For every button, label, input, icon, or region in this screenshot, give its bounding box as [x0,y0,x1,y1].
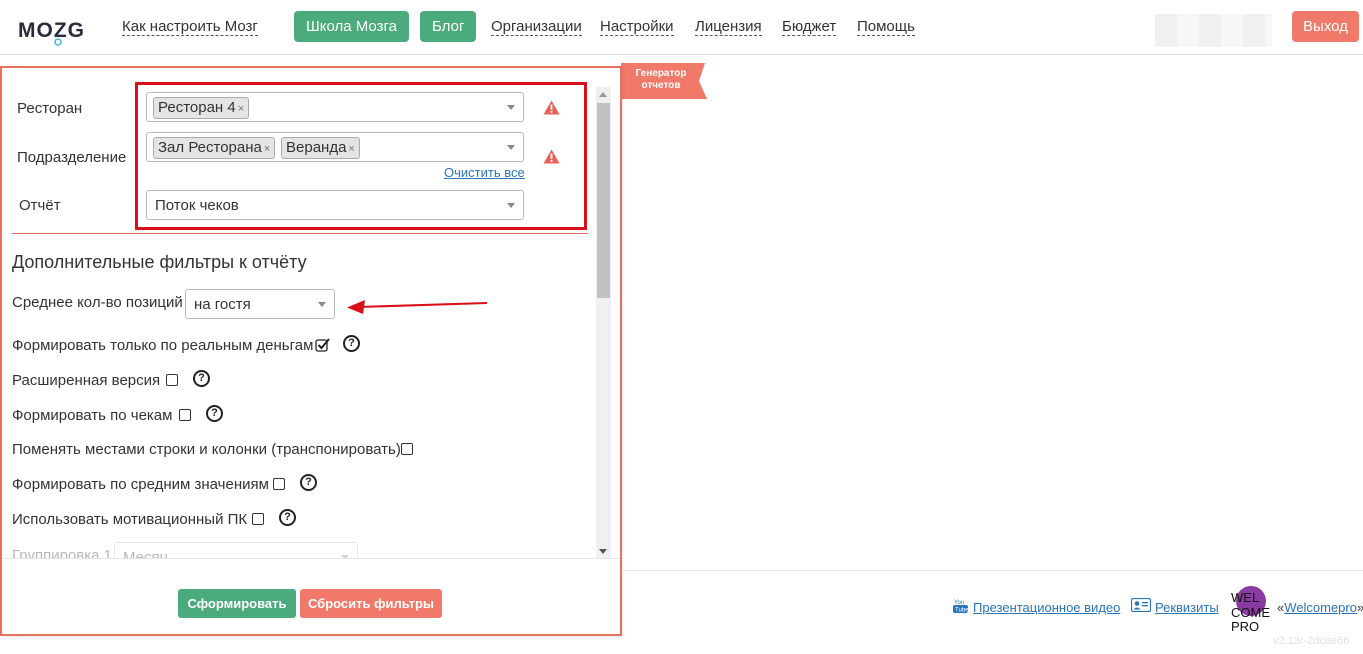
presentation-video-link[interactable]: Презентационное видео [973,600,1120,615]
scrollbar-thumb[interactable] [597,103,610,298]
nav-setup-link[interactable]: Как настроить Мозг [122,18,258,36]
help-icon[interactable]: ? [279,509,296,526]
welcomepro-logo[interactable]: WEL COME PRO [1229,585,1275,633]
svg-text:Tube: Tube [955,608,968,614]
division-label: Подразделение [17,149,127,166]
option-real-money-label: Формировать только по реальным деньгам [12,337,314,354]
report-label: Отчёт [19,197,61,214]
checkbox-motivation-pc[interactable] [252,513,264,525]
annotation-arrow-icon [347,300,488,314]
grouping-select[interactable]: Месяц [114,542,358,558]
panel-footer-divider [4,558,620,559]
page-footer-divider [622,570,1363,571]
svg-text:WEL: WEL [1231,590,1259,605]
tab-line-1: Генератор [635,68,687,79]
svg-text:PRO: PRO [1231,619,1259,633]
help-icon[interactable]: ? [300,474,317,491]
svg-text:COME: COME [1231,605,1270,620]
youtube-icon[interactable]: You Tube [953,597,968,614]
nav-license-link[interactable]: Лицензия [695,18,762,36]
highlight-frame [135,82,587,230]
chevron-down-icon[interactable] [318,302,326,307]
welcomepro-credit: «Welcomepro» [1277,600,1363,615]
avg-positions-value: на гостя [194,296,251,313]
grouping-label: Группировка 1 [12,547,112,558]
checkbox-average[interactable] [273,478,285,490]
extra-filters-title: Дополнительные фильтры к отчёту [12,252,307,272]
checkbox-transpose[interactable] [401,443,413,455]
option-extended-label: Расширенная версия [12,372,161,389]
report-generator-tab[interactable]: Генератор отчетов [621,63,707,99]
welcomepro-link[interactable]: Welcomepro [1284,600,1357,615]
help-icon[interactable]: ? [193,370,210,387]
nav-school-button[interactable]: Школа Мозга [294,11,409,42]
nav-blog-button[interactable]: Блог [420,11,477,42]
report-generator-tab-label: Генератор отчетов [621,68,701,92]
help-icon[interactable]: ? [343,335,360,352]
id-card-icon[interactable] [1131,598,1151,612]
quote-close: » [1357,600,1363,615]
top-navbar: MOZG Как настроить Мозг Школа Мозга Блог… [0,0,1363,55]
reset-filters-button[interactable]: Сбросить фильтры [300,589,442,618]
scroll-down-icon[interactable] [599,549,607,554]
avg-positions-select[interactable]: на гостя [185,289,335,319]
generate-button[interactable]: Сформировать [178,589,296,618]
grouping-value: Месяц [123,549,169,558]
checkbox-real-money[interactable] [315,337,330,352]
tab-line-2: отчетов [641,80,681,91]
option-average-label: Формировать по средним значениям [12,476,269,493]
section-divider [12,233,588,234]
nav-organizations-link[interactable]: Организации [491,18,582,36]
option-by-checks-label: Формировать по чекам [12,407,173,424]
requisites-link[interactable]: Реквизиты [1155,600,1219,615]
avg-positions-label: Среднее кол-во позиций [12,294,183,311]
checkbox-extended[interactable] [166,374,178,386]
option-transpose-label: Поменять местами строки и колонки (транс… [12,441,401,458]
checkbox-by-checks[interactable] [179,409,191,421]
panel-scroll-area: Ресторан Ресторан 4 × Подразделение Зал Р… [2,68,622,558]
nav-budget-link[interactable]: Бюджет [782,18,837,36]
user-account-blurred[interactable] [1155,14,1272,47]
help-icon[interactable]: ? [206,405,223,422]
exit-button[interactable]: Выход [1292,11,1359,42]
option-motivation-pc-label: Использовать мотивационный ПК [12,511,248,528]
panel-scrollbar[interactable] [596,87,611,559]
version-text: v2.13r-2dcae66 [1273,635,1350,647]
mozg-logo[interactable]: MOZG [18,10,86,46]
nav-settings-link[interactable]: Настройки [600,18,674,36]
report-filter-panel: Ресторан Ресторан 4 × Подразделение Зал Р… [0,66,622,636]
nav-help-link[interactable]: Помощь [857,18,915,36]
restaurant-label: Ресторан [17,100,83,117]
logo-text: MOZG [18,19,85,42]
scroll-up-icon[interactable] [599,92,607,97]
